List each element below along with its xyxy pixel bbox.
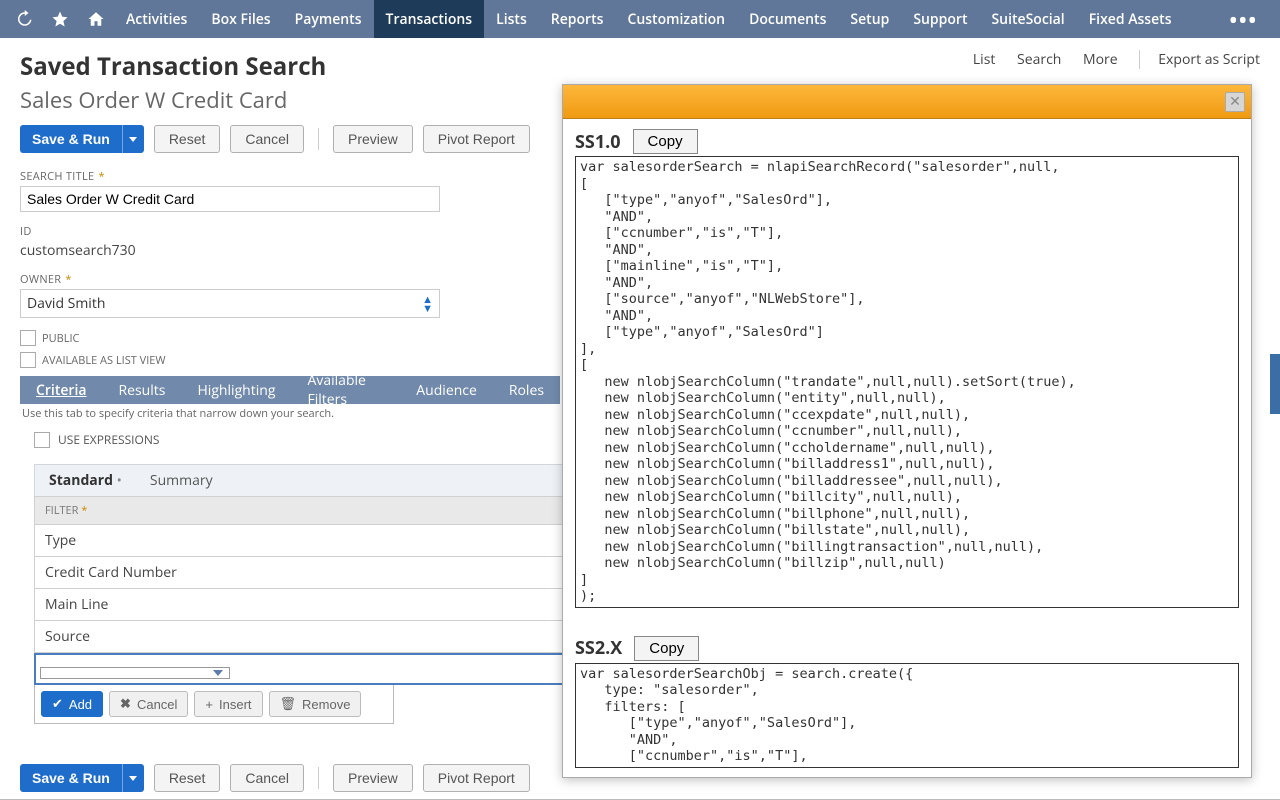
home-icon[interactable] <box>78 0 114 38</box>
row-cancel-button[interactable]: ✖Cancel <box>109 691 188 717</box>
close-icon: ✖ <box>120 696 131 712</box>
public-checkbox[interactable] <box>20 330 36 346</box>
row-remove-button[interactable]: 🗑Remove <box>269 691 362 717</box>
row-add-button[interactable]: ✔Add <box>41 691 103 717</box>
criteria-row[interactable]: Main Line <box>34 589 574 621</box>
tab-highlighting[interactable]: Highlighting <box>181 381 291 400</box>
criteria-subtabs: Standard Summary <box>34 464 574 496</box>
row-insert-button[interactable]: +Insert <box>194 691 262 717</box>
nav-payments[interactable]: Payments <box>283 0 374 38</box>
save-run-label[interactable]: Save & Run <box>20 125 122 153</box>
use-expressions-checkbox[interactable] <box>34 432 50 448</box>
chevron-updown-icon: ▲▼ <box>422 295 433 313</box>
preview-button-bottom[interactable]: Preview <box>333 764 413 792</box>
subtab-standard[interactable]: Standard <box>35 465 136 496</box>
top-nav: ActivitiesBox FilesPaymentsTransactionsL… <box>0 0 1280 38</box>
public-label: PUBLIC <box>42 331 80 346</box>
save-run-button[interactable]: Save & Run <box>20 125 144 153</box>
code-section-ss2x: SS2.X Copyvar salesorderSearchObj = searc… <box>575 636 1239 768</box>
nav-activities[interactable]: Activities <box>114 0 199 38</box>
check-icon: ✔ <box>52 696 63 712</box>
nav-fixed-assets[interactable]: Fixed Assets <box>1077 0 1184 38</box>
owner-select[interactable]: David Smith ▲▼ <box>20 289 440 318</box>
preview-button[interactable]: Preview <box>333 125 413 153</box>
divider <box>318 128 319 150</box>
copy-button[interactable]: Copy <box>633 129 698 154</box>
save-run-button-bottom[interactable]: Save & Run <box>20 764 144 792</box>
panel-body[interactable]: SS1.0Copyvar salesorderSearch = nlapiSea… <box>563 119 1251 777</box>
overflow-menu-icon[interactable]: ••• <box>1213 6 1274 33</box>
code-block[interactable]: var salesorderSearch = nlapiSearchRecord… <box>575 156 1239 608</box>
nav-customization[interactable]: Customization <box>615 0 737 38</box>
trash-icon: 🗑 <box>280 696 297 712</box>
criteria-header: FILTER * <box>34 496 574 525</box>
cancel-button-bottom[interactable]: Cancel <box>230 764 304 792</box>
panel-close-button[interactable]: ✕ <box>1225 92 1245 112</box>
nav-setup[interactable]: Setup <box>838 0 901 38</box>
tab-available-filters[interactable]: Available Filters <box>291 371 400 409</box>
code-title: SS1.0 <box>575 130 621 154</box>
link-search[interactable]: Search <box>1017 50 1061 69</box>
use-expressions-label: USE EXPRESSIONS <box>58 431 159 448</box>
criteria-row[interactable]: Credit Card Number <box>34 557 574 589</box>
save-run-dropdown[interactable] <box>122 125 144 153</box>
code-block[interactable]: var salesorderSearchObj = search.create(… <box>575 663 1239 768</box>
history-icon[interactable] <box>6 0 42 38</box>
owner-value: David Smith <box>27 294 105 313</box>
save-run-dropdown-bottom[interactable] <box>122 764 144 792</box>
nav-box-files[interactable]: Box Files <box>199 0 282 38</box>
tab-audience[interactable]: Audience <box>400 381 493 400</box>
criteria-row-buttons: ✔Add ✖Cancel +Insert 🗑Remove <box>34 685 394 724</box>
tab-criteria[interactable]: Criteria <box>20 381 103 400</box>
code-title: SS2.X <box>575 636 622 660</box>
pivot-report-button[interactable]: Pivot Report <box>423 125 530 153</box>
export-script-panel: ✕ SS1.0Copyvar salesorderSearch = nlapiS… <box>562 84 1252 778</box>
reset-button-bottom[interactable]: Reset <box>154 764 221 792</box>
panel-header: ✕ <box>563 85 1251 119</box>
listview-checkbox[interactable] <box>20 352 36 368</box>
search-title-input[interactable] <box>20 186 440 212</box>
criteria-row[interactable]: Source <box>34 621 574 653</box>
nav-lists[interactable]: Lists <box>484 0 539 38</box>
tab-results[interactable]: Results <box>103 381 182 400</box>
subtab-summary[interactable]: Summary <box>136 465 227 496</box>
reset-button[interactable]: Reset <box>154 125 221 153</box>
filter-dropdown[interactable] <box>40 667 230 679</box>
tab-roles[interactable]: Roles <box>493 381 560 400</box>
copy-button[interactable]: Copy <box>634 636 699 661</box>
section-tabs: CriteriaResultsHighlightingAvailable Fil… <box>20 376 560 404</box>
nav-documents[interactable]: Documents <box>737 0 838 38</box>
side-handle[interactable] <box>1270 354 1280 414</box>
header-links: List Search More Export as Script <box>955 50 1260 69</box>
nav-menu: ActivitiesBox FilesPaymentsTransactionsL… <box>114 0 1184 38</box>
nav-reports[interactable]: Reports <box>539 0 616 38</box>
pivot-report-button-bottom[interactable]: Pivot Report <box>423 764 530 792</box>
star-icon[interactable] <box>42 0 78 38</box>
nav-transactions[interactable]: Transactions <box>374 0 485 38</box>
criteria-row[interactable]: Type <box>34 525 574 557</box>
code-section-ss10: SS1.0 Copyvar salesorderSearch = nlapiSea… <box>575 129 1239 608</box>
listview-label: AVAILABLE AS LIST VIEW <box>42 353 166 368</box>
link-more[interactable]: More <box>1083 50 1118 69</box>
nav-suitesocial[interactable]: SuiteSocial <box>979 0 1076 38</box>
criteria-new-row[interactable] <box>34 653 574 685</box>
cancel-button[interactable]: Cancel <box>230 125 304 153</box>
link-export-script[interactable]: Export as Script <box>1139 50 1260 69</box>
plus-icon: + <box>205 697 213 712</box>
link-list[interactable]: List <box>973 50 996 69</box>
nav-support[interactable]: Support <box>901 0 979 38</box>
